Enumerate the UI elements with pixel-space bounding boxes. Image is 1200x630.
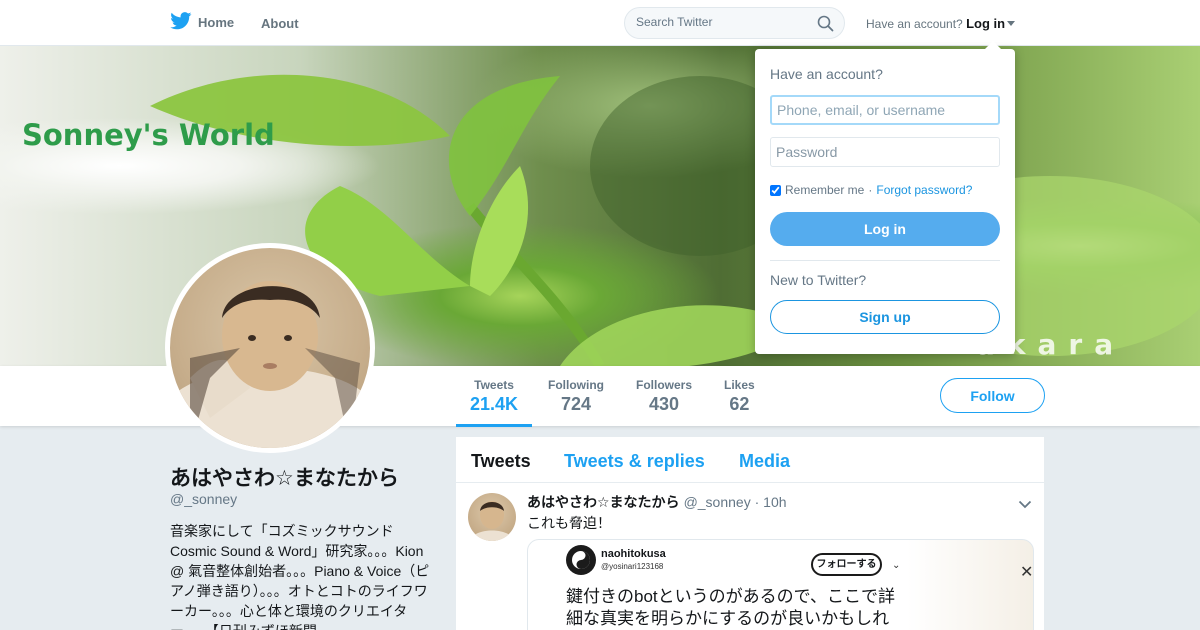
embedded-name: naohitokusa <box>601 548 666 560</box>
stat-value: 21.4K <box>470 394 519 414</box>
stat-followers[interactable]: Followers 430 <box>636 378 692 415</box>
search-box[interactable] <box>624 7 845 39</box>
search-input[interactable] <box>636 15 811 29</box>
stat-value: 62 <box>729 394 750 414</box>
chevron-down-icon: ⌄ <box>892 560 901 571</box>
tab-media[interactable]: Media <box>739 451 790 472</box>
home-label: Home <box>198 15 235 30</box>
stat-following[interactable]: Following 724 <box>548 378 604 415</box>
new-user-prompt: New to Twitter? <box>770 272 867 288</box>
profile-avatar[interactable] <box>165 243 375 453</box>
stat-label: Following <box>548 378 604 392</box>
baby-photo-image <box>170 281 370 448</box>
remember-row: Remember me · Forgot password? <box>770 183 972 197</box>
remember-label[interactable]: Remember me <box>785 183 864 197</box>
tweet-timestamp[interactable]: · 10h <box>755 494 787 510</box>
stat-label: Tweets <box>474 378 514 392</box>
baby-photo-image <box>468 501 516 541</box>
login-toggle[interactable]: Log in <box>966 16 1016 31</box>
account-menu: Have an account? Log in <box>866 16 1016 31</box>
profile-bio: 音楽家にして「コズミックサウンド Cosmic Sound & Word」研究家… <box>170 523 430 630</box>
tweet-author-handle[interactable]: @_sonney <box>684 494 751 510</box>
stat-label: Likes <box>724 378 755 392</box>
timeline-tabs: Tweets Tweets & replies Media <box>456 437 1044 483</box>
embedded-handle: @yosinari123168 <box>601 562 664 571</box>
signup-button[interactable]: Sign up <box>770 300 1000 334</box>
top-navigation-bar: Home About Have an account? Log in <box>0 0 1200 46</box>
search-icon[interactable] <box>817 15 834 37</box>
about-link[interactable]: About <box>261 16 299 31</box>
embedded-text: 鍵付きのbotというのがあるので、ここで詳細な真実を明らかにするのが良いかもしれ… <box>566 587 895 628</box>
timeline: Tweets Tweets & replies Media あはやさわ☆まなたか… <box>456 437 1044 630</box>
forgot-password-link[interactable]: Forgot password? <box>876 183 972 197</box>
stat-value: 724 <box>560 394 592 414</box>
profile-handle: @_sonney <box>170 491 238 507</box>
banner-title: Sonney's World <box>22 118 275 152</box>
tweet-author-name[interactable]: あはやさわ☆まなたから <box>527 494 680 510</box>
remember-checkbox[interactable] <box>770 184 781 196</box>
stat-value: 430 <box>648 394 680 414</box>
stat-label: Followers <box>636 378 693 392</box>
tweet[interactable]: あはやさわ☆まなたから @_sonney · 10h これも脅迫！ naohito… <box>456 483 1044 630</box>
tweet-avatar[interactable] <box>468 493 516 541</box>
embedded-avatar <box>566 545 596 575</box>
login-button[interactable]: Log in <box>770 212 1000 246</box>
close-icon[interactable]: ✕ <box>1020 562 1033 582</box>
tab-tweets-replies[interactable]: Tweets & replies <box>564 451 705 472</box>
stat-tweets[interactable]: Tweets 21.4K <box>455 378 533 427</box>
dropdown-heading: Have an account? <box>770 66 883 82</box>
tab-tweets[interactable]: Tweets <box>471 451 531 472</box>
separator: · <box>868 183 873 197</box>
profile-name: あはやさわ☆まなたから <box>170 467 399 490</box>
embedded-follow-button: フォローする <box>811 553 882 576</box>
tweet-text: これも脅迫！ <box>527 515 611 531</box>
chevron-down-icon[interactable] <box>1018 496 1032 514</box>
divider <box>770 260 1000 261</box>
login-dropdown: Have an account? Remember me · Forgot pa… <box>755 41 1015 354</box>
twitter-bird-icon <box>170 12 192 33</box>
follow-button[interactable]: Follow <box>940 378 1045 413</box>
stat-likes[interactable]: Likes 62 <box>724 378 755 415</box>
username-field[interactable] <box>770 95 1000 125</box>
tweet-header: あはやさわ☆まなたから @_sonney · 10h <box>527 492 787 512</box>
caret-down-icon <box>1007 21 1016 26</box>
account-prompt: Have an account? <box>866 17 963 31</box>
login-toggle-label: Log in <box>966 16 1006 31</box>
password-field[interactable] <box>770 137 1000 167</box>
tweet-media-image[interactable]: naohitokusa @yosinari123168 フォローする ⌄ 鍵付き… <box>527 539 1034 630</box>
home-link[interactable]: Home <box>170 12 234 33</box>
